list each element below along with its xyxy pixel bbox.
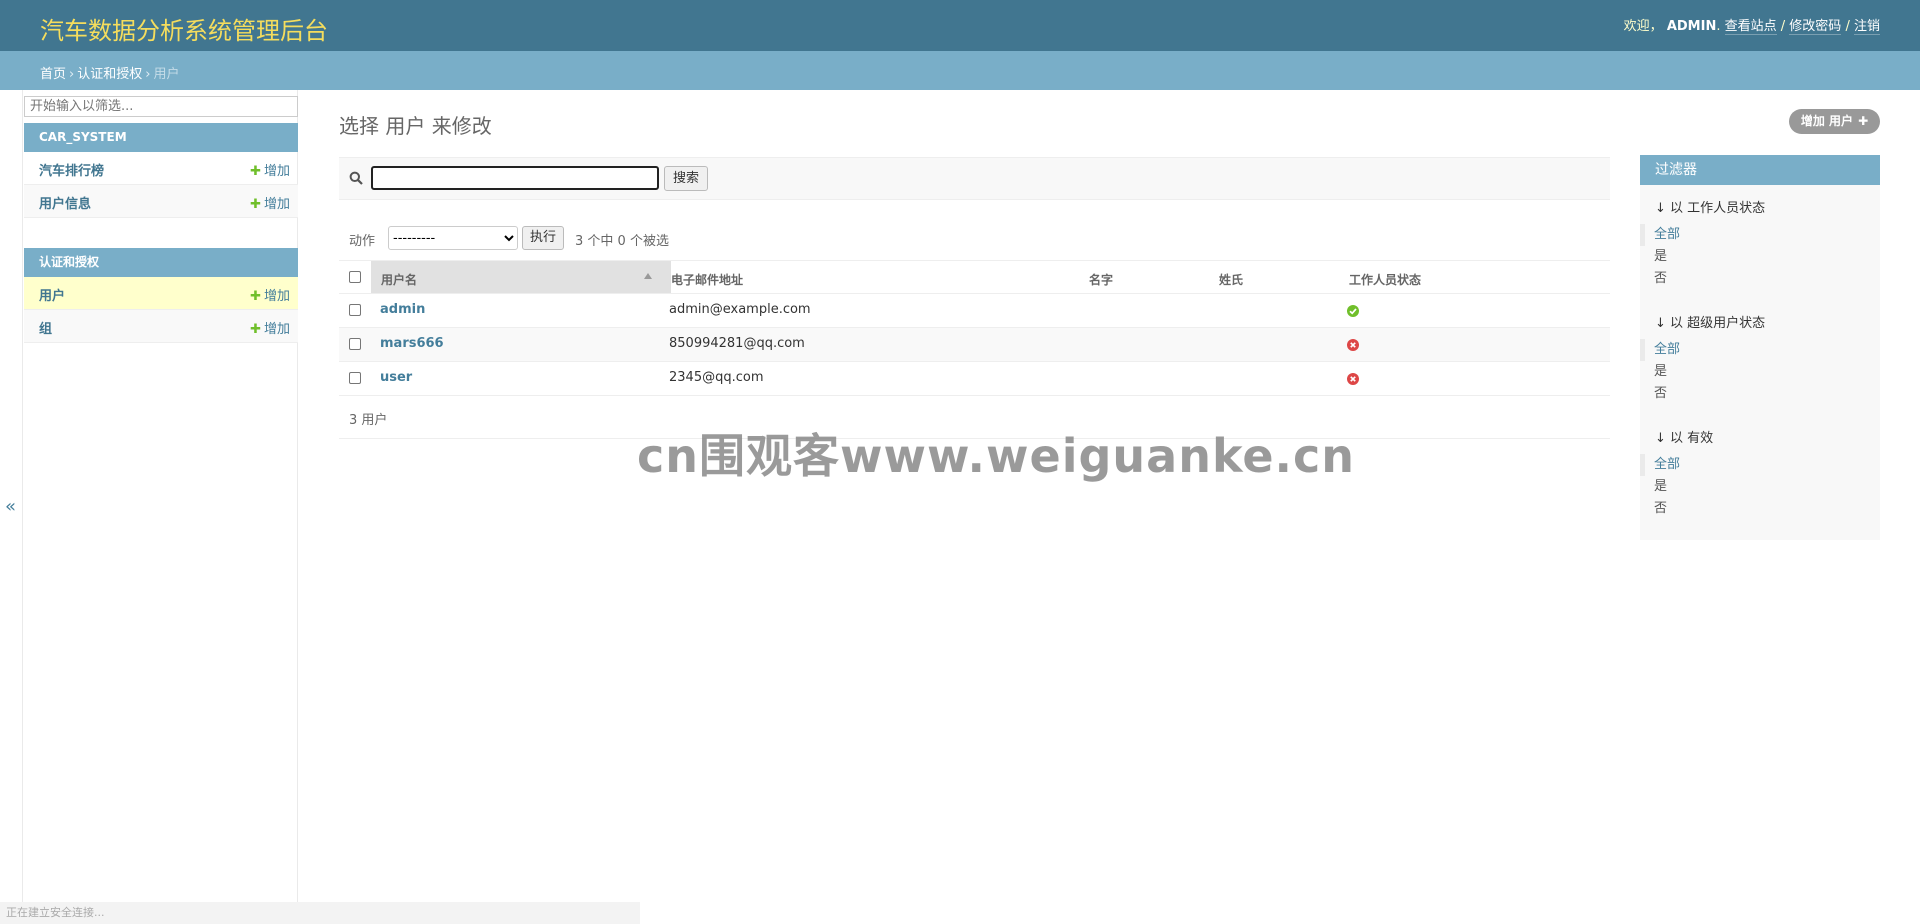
sidebar-item-users[interactable]: 用户 ✚ 增加 <box>24 277 298 310</box>
filter-title-active: ↓ 以 有效 <box>1655 431 1714 446</box>
filter-active-yes[interactable]: 是 <box>1640 476 1880 498</box>
status-no-icon <box>1347 373 1359 385</box>
collapse-sidebar-icon[interactable]: « <box>5 496 16 517</box>
filter-staff-all[interactable]: 全部 <box>1640 224 1880 246</box>
change-password-link[interactable]: 修改密码 <box>1789 19 1842 35</box>
sort-ascending-icon[interactable] <box>644 273 652 279</box>
table-row: user 2345@qq.com <box>339 362 1610 396</box>
header: 汽车数据分析系统管理后台 欢迎， ADMIN. 查看站点 / 修改密码 / 注销 <box>0 0 1920 51</box>
sidebar: CAR_SYSTEM 汽车排行榜 ✚增加 用户信息 ✚增加 认证和授权 用户 ✚… <box>22 90 298 924</box>
search-icon <box>349 171 363 185</box>
module-caption-auth[interactable]: 认证和授权 <box>24 248 298 277</box>
email-cell: 850994281@qq.com <box>669 336 805 351</box>
username-link[interactable]: mars666 <box>380 336 444 351</box>
add-user-link[interactable]: ✚ 增加 <box>250 285 290 304</box>
breadcrumb-trail: 首页 › 认证和授权 › 用户 <box>40 63 179 82</box>
username-link[interactable]: user <box>380 370 412 385</box>
browser-status-bar: 正在建立安全连接... <box>0 902 640 924</box>
breadcrumb-auth[interactable]: 认证和授权 <box>77 67 142 82</box>
filter-active-all[interactable]: 全部 <box>1640 454 1880 476</box>
filter-active-no[interactable]: 否 <box>1640 498 1880 520</box>
nav-filter-input[interactable] <box>24 96 298 117</box>
breadcrumb-home[interactable]: 首页 <box>40 67 66 82</box>
row-checkbox[interactable] <box>349 338 361 350</box>
sidebar-item-groups[interactable]: 组 ✚ 增加 <box>24 310 298 343</box>
select-all-checkbox[interactable] <box>349 271 361 283</box>
logout-link[interactable]: 注销 <box>1853 19 1880 35</box>
module-caption-car-system[interactable]: CAR_SYSTEM <box>24 123 298 152</box>
welcome-text: 欢迎， <box>1623 19 1663 34</box>
plus-icon: ✚ <box>250 289 261 304</box>
search-toolbar: 搜索 <box>339 157 1610 200</box>
add-user-button[interactable]: 增加 用户 ✚ <box>1789 109 1880 134</box>
sidebar-item-label[interactable]: 用户 <box>39 285 65 304</box>
page-title: 选择 用户 来修改 <box>339 114 492 138</box>
plus-icon: ✚ <box>250 197 261 212</box>
filter-panel: 过滤器 ↓ 以 工作人员状态 全部 是 否 ↓ 以 超级用户状态 全部 是 否 … <box>1640 155 1880 540</box>
filter-title-staff: ↓ 以 工作人员状态 <box>1655 201 1766 216</box>
table-header: 用户名 电子邮件地址 名字 姓氏 工作人员状态 <box>339 260 1610 294</box>
search-button[interactable]: 搜索 <box>664 166 709 191</box>
plus-icon: ✚ <box>1858 114 1869 128</box>
email-cell: 2345@qq.com <box>669 370 764 385</box>
email-cell: admin@example.com <box>669 302 811 317</box>
table-row: mars666 850994281@qq.com <box>339 328 1610 362</box>
result-table: 用户名 电子邮件地址 名字 姓氏 工作人员状态 admin admin@exam… <box>339 260 1610 396</box>
row-checkbox[interactable] <box>349 304 361 316</box>
filter-superuser-all[interactable]: 全部 <box>1640 339 1880 361</box>
site-title[interactable]: 汽车数据分析系统管理后台 <box>40 11 328 46</box>
execute-button[interactable]: 执行 <box>522 226 565 250</box>
add-car-ranking-link[interactable]: ✚ 增加 <box>250 160 290 179</box>
filter-superuser-no[interactable]: 否 <box>1640 383 1880 405</box>
selection-counter: 3 个中 0 个被选 <box>575 234 669 249</box>
sidebar-item-label[interactable]: 组 <box>39 318 52 337</box>
actions-bar: 动作 --------- 执行 3 个中 0 个被选 <box>339 225 1610 251</box>
column-header-username[interactable]: 用户名 <box>381 271 417 288</box>
sidebar-item-label[interactable]: 用户信息 <box>39 193 91 212</box>
action-label: 动作 <box>349 234 376 249</box>
breadcrumb-current: 用户 <box>153 67 180 82</box>
dot-separator: . <box>1716 19 1725 34</box>
plus-icon: ✚ <box>250 322 261 337</box>
sidebar-item-label[interactable]: 汽车排行榜 <box>39 160 104 179</box>
filter-staff-yes[interactable]: 是 <box>1640 246 1880 268</box>
add-label: 增加 <box>263 197 290 212</box>
add-label: 增加 <box>263 164 290 179</box>
tools-separator: / <box>1780 19 1786 34</box>
view-site-link[interactable]: 查看站点 <box>1724 19 1777 35</box>
plus-icon: ✚ <box>250 164 261 179</box>
add-label: 增加 <box>263 289 290 304</box>
username: ADMIN <box>1666 19 1717 34</box>
filter-superuser-yes[interactable]: 是 <box>1640 361 1880 383</box>
add-user-info-link[interactable]: ✚ 增加 <box>250 193 290 212</box>
sidebar-item-car-ranking[interactable]: 汽车排行榜 ✚ 增加 <box>24 152 298 185</box>
username-link[interactable]: admin <box>380 302 425 317</box>
breadcrumb: 首页 › 认证和授权 › 用户 <box>0 51 1920 90</box>
column-header-staff-status[interactable]: 工作人员状态 <box>1349 271 1421 288</box>
breadcrumb-separator: › <box>145 67 151 82</box>
row-checkbox[interactable] <box>349 372 361 384</box>
column-header-email[interactable]: 电子邮件地址 <box>671 271 743 288</box>
column-header-first-name[interactable]: 名字 <box>1089 271 1113 288</box>
user-tools: 欢迎， ADMIN. 查看站点 / 修改密码 / 注销 <box>1623 15 1880 35</box>
action-select[interactable]: --------- <box>388 226 518 250</box>
column-header-last-name[interactable]: 姓氏 <box>1219 271 1243 288</box>
table-row: admin admin@example.com <box>339 294 1610 328</box>
tools-separator: / <box>1845 19 1850 34</box>
add-group-link[interactable]: ✚ 增加 <box>250 318 290 337</box>
filter-staff-no[interactable]: 否 <box>1640 268 1880 290</box>
add-label: 增加 <box>263 322 290 337</box>
status-no-icon <box>1347 339 1359 351</box>
watermark: cn围观客www.weiguanke.cn <box>637 429 1356 483</box>
breadcrumb-separator: › <box>69 67 75 82</box>
filter-heading: 过滤器 <box>1640 155 1880 185</box>
sidebar-item-user-info[interactable]: 用户信息 ✚ 增加 <box>24 185 298 218</box>
filter-title-superuser: ↓ 以 超级用户状态 <box>1655 316 1766 331</box>
add-user-label: 增加 用户 <box>1800 114 1854 128</box>
search-input[interactable] <box>371 166 659 190</box>
status-yes-icon <box>1347 305 1359 317</box>
